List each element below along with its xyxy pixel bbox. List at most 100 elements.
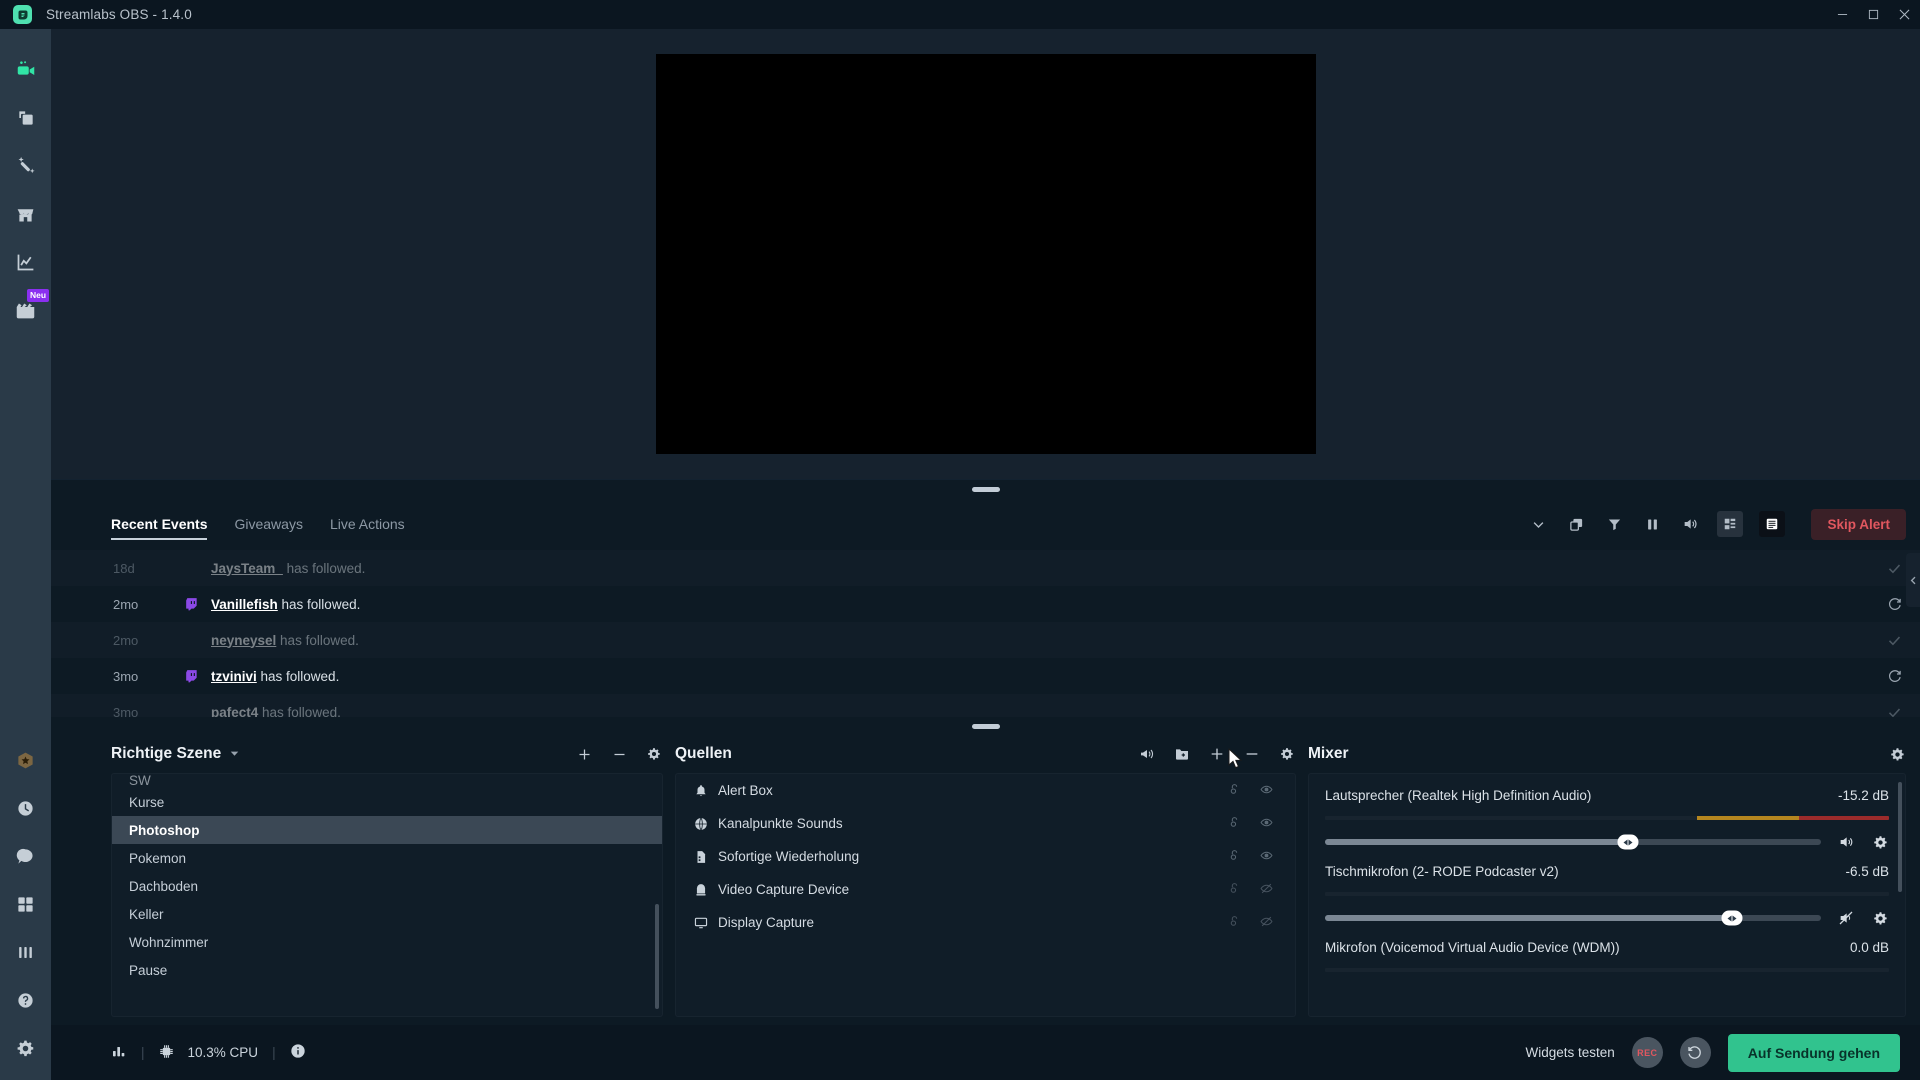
event-row[interactable]: 3mo pafect4 has followed.: [51, 694, 1920, 717]
preview-splitter[interactable]: [51, 479, 1920, 498]
compact-view-icon[interactable]: [1717, 511, 1744, 537]
event-row[interactable]: 2mo neyneysel has followed.: [51, 622, 1920, 658]
lock-icon[interactable]: [1228, 882, 1241, 898]
volume-slider[interactable]: [1325, 834, 1821, 850]
volume-knob[interactable]: [1617, 834, 1639, 850]
list-view-icon[interactable]: [1759, 511, 1786, 537]
scenes-scrollbar[interactable]: [655, 904, 659, 1009]
eye-off-icon[interactable]: [1260, 882, 1273, 898]
nav-item-prime[interactable]: [0, 736, 51, 784]
lock-icon[interactable]: [1228, 816, 1241, 832]
mute-icon[interactable]: [1837, 910, 1855, 926]
widgets-test-button[interactable]: Widgets testen: [1525, 1045, 1614, 1060]
replay-icon[interactable]: [1887, 669, 1902, 684]
sources-list[interactable]: Alert Box Kanalpunkte Sounds Sofortige W…: [675, 773, 1296, 1017]
right-panel-collapse-button[interactable]: [1906, 553, 1920, 607]
scene-item[interactable]: SW: [112, 774, 662, 788]
chevron-down-icon[interactable]: [230, 749, 239, 760]
splitter-grip[interactable]: [971, 486, 1000, 492]
pause-icon[interactable]: [1641, 513, 1663, 535]
nav-item-stats[interactable]: [0, 928, 51, 976]
dock-splitter[interactable]: [51, 717, 1920, 735]
remove-scene-button[interactable]: [610, 745, 628, 763]
nav-item-settings[interactable]: [0, 1024, 51, 1072]
replay-icon[interactable]: [1887, 597, 1902, 612]
nav-item-highlighter[interactable]: Neu: [0, 286, 51, 334]
event-user[interactable]: pafect4: [211, 705, 258, 718]
nav-item-editor[interactable]: [0, 46, 51, 94]
event-row[interactable]: 18d JaysTeam_ has followed.: [51, 550, 1920, 586]
event-user[interactable]: Vanillefish: [211, 597, 278, 612]
mixer-settings-button[interactable]: [1888, 745, 1906, 763]
channel-settings-icon[interactable]: [1871, 911, 1889, 926]
eye-off-icon[interactable]: [1260, 915, 1273, 931]
bars-chart-icon[interactable]: [111, 1043, 127, 1062]
lock-icon[interactable]: [1228, 783, 1241, 799]
eye-icon[interactable]: [1260, 783, 1273, 799]
nav-item-store[interactable]: [0, 190, 51, 238]
source-item[interactable]: Alert Box: [676, 774, 1295, 807]
go-live-button[interactable]: Auf Sendung gehen: [1727, 1033, 1900, 1072]
dock-splitter-grip[interactable]: [971, 723, 1000, 729]
remove-source-button[interactable]: [1243, 745, 1261, 763]
replay-buffer-button[interactable]: [1679, 1037, 1711, 1068]
megaphone-icon[interactable]: [1138, 745, 1156, 763]
maximize-button[interactable]: [1858, 0, 1889, 29]
mixer-scrollbar[interactable]: [1898, 782, 1902, 892]
scene-item[interactable]: Pokemon: [112, 844, 662, 872]
nav-item-chat[interactable]: [0, 832, 51, 880]
popout-window-icon[interactable]: [1565, 513, 1587, 535]
unmute-icon[interactable]: [1837, 834, 1855, 850]
nav-item-help[interactable]: [0, 976, 51, 1024]
mixer-list[interactable]: Lautsprecher (Realtek High Definition Au…: [1308, 773, 1906, 1017]
eye-icon[interactable]: [1260, 816, 1273, 832]
event-row[interactable]: 2mo Vanillefish has followed.: [51, 586, 1920, 622]
lock-icon[interactable]: [1228, 915, 1241, 931]
check-icon[interactable]: [1887, 561, 1902, 576]
event-user[interactable]: JaysTeam_: [211, 561, 283, 576]
add-scene-button[interactable]: [575, 745, 593, 763]
nav-item-layout-editor[interactable]: [0, 880, 51, 928]
eye-icon[interactable]: [1260, 849, 1273, 865]
check-icon[interactable]: [1887, 705, 1902, 718]
tab-recent-events[interactable]: Recent Events: [111, 498, 208, 550]
scene-item[interactable]: Wohnzimmer: [112, 928, 662, 956]
scene-item-selected[interactable]: Photoshop: [112, 816, 662, 844]
events-list[interactable]: 18d JaysTeam_ has followed. 2mo Vanillef…: [51, 550, 1920, 717]
nav-item-themes[interactable]: [0, 94, 51, 142]
event-user[interactable]: tzvinivi: [211, 669, 257, 684]
source-item[interactable]: Sofortige Wiederholung: [676, 840, 1295, 873]
preview-canvas[interactable]: [655, 54, 1316, 454]
scene-item[interactable]: Dachboden: [112, 872, 662, 900]
source-settings-button[interactable]: [1278, 745, 1296, 763]
tab-live-actions[interactable]: Live Actions: [330, 498, 405, 550]
add-source-button[interactable]: [1208, 745, 1226, 763]
scene-settings-button[interactable]: [645, 745, 663, 763]
record-button[interactable]: REC: [1631, 1037, 1663, 1068]
scene-item[interactable]: Pause: [112, 956, 662, 984]
volume-slider[interactable]: [1325, 910, 1821, 926]
close-button[interactable]: [1889, 0, 1920, 29]
nav-item-dashboard[interactable]: [0, 238, 51, 286]
minimize-button[interactable]: [1827, 0, 1858, 29]
source-item[interactable]: Kanalpunkte Sounds: [676, 807, 1295, 840]
filter-icon[interactable]: [1603, 513, 1625, 535]
folder-plus-icon[interactable]: [1173, 745, 1191, 763]
volume-knob[interactable]: [1721, 910, 1743, 926]
scene-item[interactable]: Kurse: [112, 788, 662, 816]
sound-icon[interactable]: [1679, 513, 1701, 535]
lock-icon[interactable]: [1228, 849, 1241, 865]
check-icon[interactable]: [1887, 633, 1902, 648]
nav-item-alertbox[interactable]: [0, 142, 51, 190]
channel-settings-icon[interactable]: [1871, 835, 1889, 850]
scenes-list[interactable]: SW Kurse Photoshop Pokemon Dachboden Kel…: [111, 773, 663, 1017]
info-circle-icon[interactable]: [290, 1043, 306, 1062]
scene-item[interactable]: Keller: [112, 900, 662, 928]
event-user[interactable]: neyneysel: [211, 633, 276, 648]
tab-giveaways[interactable]: Giveaways: [234, 498, 302, 550]
event-row[interactable]: 3mo tzvinivi has followed.: [51, 658, 1920, 694]
chevron-down-icon[interactable]: [1527, 513, 1549, 535]
source-item[interactable]: Video Capture Device: [676, 873, 1295, 906]
skip-alert-button[interactable]: Skip Alert: [1811, 508, 1906, 540]
preview-area[interactable]: [51, 29, 1920, 479]
